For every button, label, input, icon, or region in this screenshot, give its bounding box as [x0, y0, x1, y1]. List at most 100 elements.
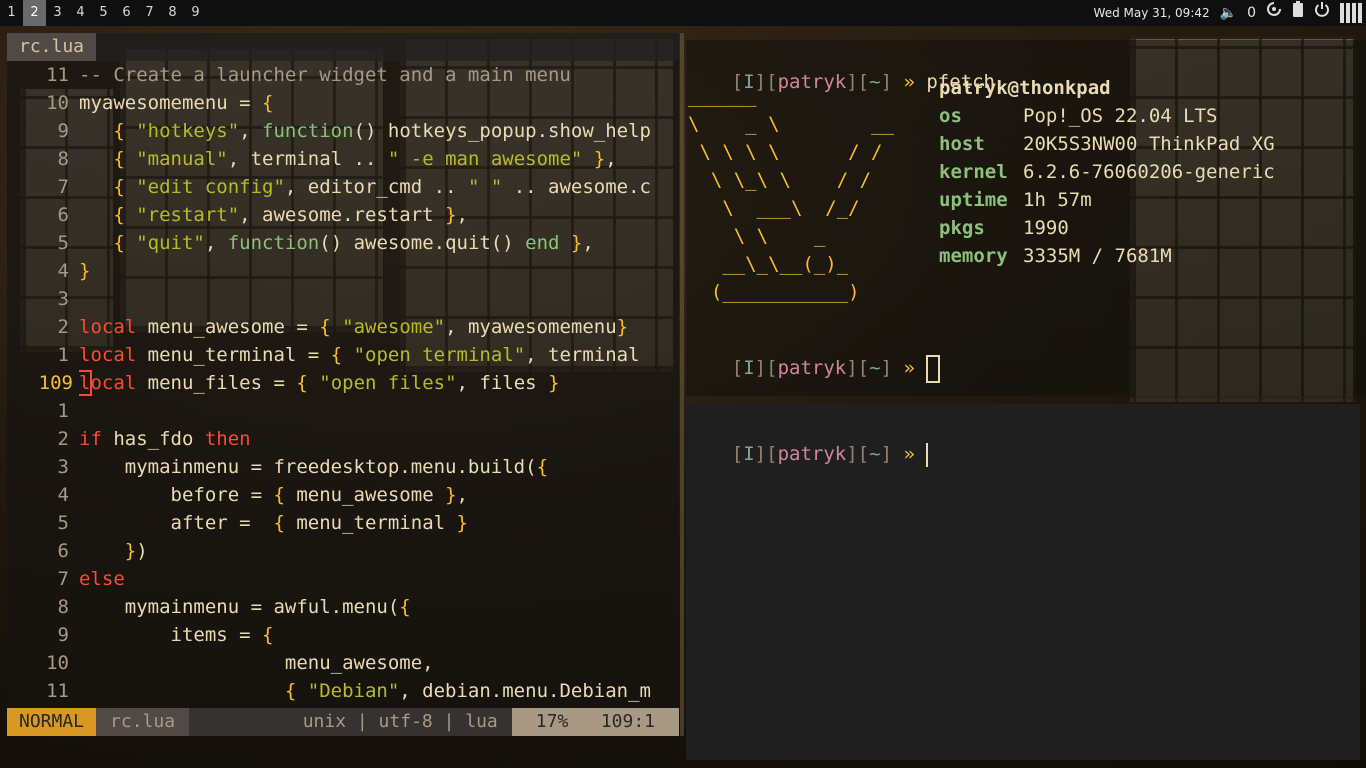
code-line: 4 before = { menu_awesome }, [7, 481, 679, 509]
line-number: 10 [46, 92, 69, 114]
terminal-bottom[interactable]: [I][patryk][~] » [686, 404, 1360, 760]
code-line: 8 mymainmenu = awful.menu({ [7, 593, 679, 621]
tag-5[interactable]: 5 [92, 0, 115, 26]
pfetch-row-memory: memory 3335M / 7681M [939, 242, 1275, 270]
code-line: 10 myawesomemenu = { [7, 89, 679, 117]
tag-3[interactable]: 3 [46, 0, 69, 26]
line-number: 109 [38, 372, 73, 394]
line-number: 6 [57, 204, 69, 226]
code-line: 5 after = { menu_terminal } [7, 509, 679, 537]
editor-tab[interactable]: rc.lua [7, 33, 97, 61]
line-number: 2 [57, 428, 69, 450]
status-cursor-pos: 109:1 [600, 711, 655, 732]
pfetch-key: kernel [939, 161, 1008, 183]
pfetch-key: os [939, 105, 962, 127]
line-number: 1 [57, 344, 69, 366]
line-number: 4 [57, 484, 69, 506]
code-line: 1 local menu_terminal = { "open terminal"… [7, 341, 679, 369]
pfetch-key: host [939, 133, 985, 155]
code-line: 4} [7, 257, 679, 285]
power-icon[interactable] [1314, 0, 1330, 26]
line-number: 7 [57, 568, 69, 590]
pfetch-row-uptime: uptime 1h 57m [939, 186, 1275, 214]
pfetch-value: Pop!_OS 22.04 LTS [1023, 105, 1218, 127]
line-number: 3 [57, 456, 69, 478]
pfetch-value: 1990 [1023, 217, 1069, 239]
editor-buffer[interactable]: 11 -- Create a launcher widget and a main… [7, 61, 679, 705]
code-line: 2 if has_fdo then [7, 425, 679, 453]
code-line: 109 local menu_files = { "open files", fi… [7, 369, 679, 397]
editor-window[interactable]: rc.lua 11 -- Create a launcher widget and… [7, 33, 679, 736]
pfetch-key: memory [939, 245, 1008, 267]
status-filename: rc.lua [96, 708, 190, 736]
code-line: 6 }) [7, 537, 679, 565]
line-number: 7 [57, 176, 69, 198]
line-number: 8 [57, 148, 69, 170]
line-number: 5 [57, 232, 69, 254]
status-fileinfo: unix | utf-8 | lua [302, 711, 498, 732]
pfetch-key: uptime [939, 189, 1008, 211]
tag-9[interactable]: 9 [184, 0, 207, 26]
line-number: 8 [57, 596, 69, 618]
editor-cursor: l [79, 370, 93, 396]
pfetch-row-os: os Pop!_OS 22.04 LTS [939, 102, 1275, 130]
pane-divider [680, 33, 684, 736]
code-line: 2 local menu_awesome = { "awesome", myawe… [7, 313, 679, 341]
tag-list: 123456789 [0, 0, 207, 26]
status-position: 17% 109:1 [511, 708, 679, 736]
line-number: 9 [57, 120, 69, 142]
line-number: 6 [57, 540, 69, 562]
status-percent: 17% [535, 711, 569, 732]
line-number: 4 [57, 260, 69, 282]
pfetch-value: 6.2.6-76060206-generic [1023, 161, 1275, 183]
clock[interactable]: Wed May 31, 09:42 [1094, 6, 1210, 20]
code-line: 1 [7, 397, 679, 425]
line-number: 3 [57, 288, 69, 310]
tag-2[interactable]: 2 [23, 0, 46, 26]
pfetch-row-pkgs: pkgs 1990 [939, 214, 1275, 242]
pfetch-row-host: host 20K5S3NW00 ThinkPad XG [939, 130, 1275, 158]
code-line: 7 else [7, 565, 679, 593]
code-line: 11 -- Create a launcher widget and a main… [7, 61, 679, 89]
prompt-line: [I][patryk][~] » pfetch [731, 71, 995, 93]
pfetch-title: patryk@thonkpad [939, 77, 1111, 99]
code-line: 9 { "hotkeys", function() hotkeys_popup.… [7, 117, 679, 145]
terminal-top[interactable]: [I][patryk][~] » pfetch ______ \ _ \ __ … [686, 40, 1366, 396]
code-line: 3 mymainmenu = freedesktop.menu.build({ [7, 453, 679, 481]
system-tray: Wed May 31, 09:42 🔈 0 [1094, 0, 1366, 26]
distro-ascii-logo: ______ \ _ \ __ \ \ \ \ / / \ \_\ \ / / … [688, 85, 894, 303]
code-line: 3 [7, 285, 679, 313]
pfetch-info: patryk@thonkpad os Pop!_OS 22.04 LTS host 2… [939, 74, 1275, 270]
top-bar: 123456789 Wed May 31, 09:42 🔈 0 [0, 0, 1366, 26]
code-line: 8 { "manual", terminal .. " -e man aweso… [7, 145, 679, 173]
tag-7[interactable]: 7 [138, 0, 161, 26]
pfetch-row-kernel: kernel 6.2.6-76060206-generic [939, 158, 1275, 186]
code-line: 7 { "edit config", editor_cmd .. " " .. … [7, 173, 679, 201]
code-line: 6 { "restart", awesome.restart }, [7, 201, 679, 229]
volume-level: 0 [1247, 5, 1256, 21]
tag-6[interactable]: 6 [115, 0, 138, 26]
pfetch-value: 3335M / 7681M [1023, 245, 1172, 267]
code-line: 10 menu_awesome, [7, 649, 679, 677]
network-icon[interactable] [1266, 0, 1282, 26]
code-line: 5 { "quit", function() awesome.quit() en… [7, 229, 679, 257]
prompt-line: [I][patryk][~] » [731, 442, 929, 467]
layout-icon[interactable] [1340, 3, 1362, 23]
prompt-line: [I][patryk][~] » [686, 326, 941, 383]
code-line: 9 items = { [7, 621, 679, 649]
pfetch-key: pkgs [939, 217, 985, 239]
tag-4[interactable]: 4 [69, 0, 92, 26]
line-number: 5 [57, 512, 69, 534]
battery-icon[interactable] [1292, 0, 1304, 26]
pfetch-value: 1h 57m [1023, 189, 1092, 211]
tag-1[interactable]: 1 [0, 0, 23, 26]
editor-statusline: NORMAL rc.lua unix | utf-8 | lua 17% 109… [7, 708, 679, 736]
mode-indicator: NORMAL [7, 708, 97, 736]
line-number: 2 [57, 316, 69, 338]
line-number: 11 [46, 680, 69, 702]
editor-tabline: rc.lua [7, 33, 679, 61]
line-number: 10 [46, 652, 69, 674]
terminal-cursor [926, 354, 941, 383]
volume-icon[interactable]: 🔈 [1220, 0, 1237, 26]
tag-8[interactable]: 8 [161, 0, 184, 26]
